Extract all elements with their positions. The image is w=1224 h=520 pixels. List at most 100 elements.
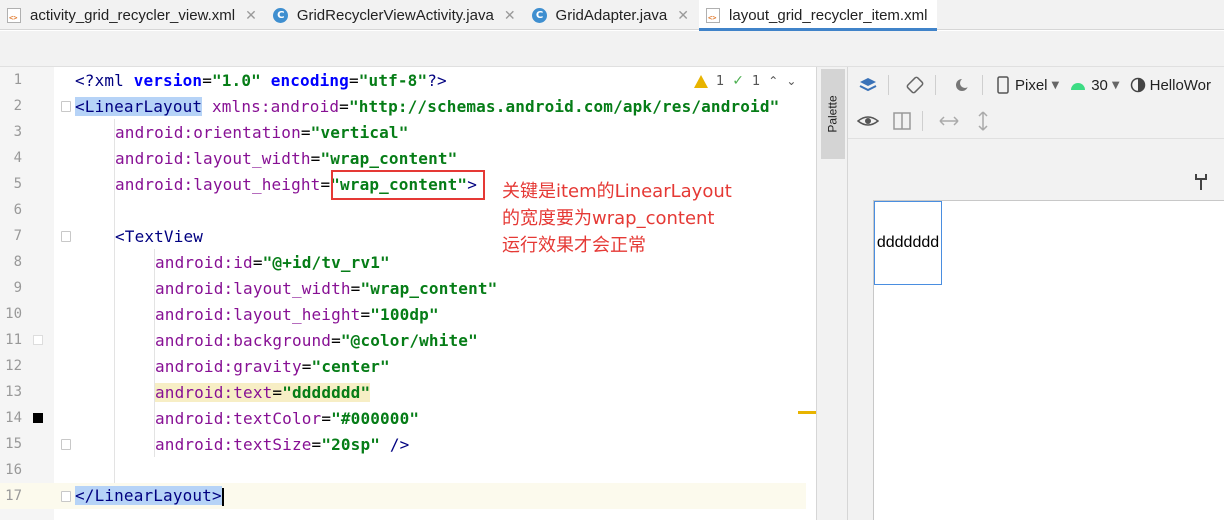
tab-layout-grid-recycler-item[interactable]: layout_grid_recycler_item.xml <box>699 0 938 31</box>
xml-value: "@+id/tv_rv1" <box>262 252 390 272</box>
eq: = <box>320 174 331 194</box>
fold-icon[interactable] <box>61 101 71 112</box>
tab-label: GridAdapter.java <box>555 6 668 24</box>
annotation-line: 关键是item的LinearLayout <box>502 181 732 202</box>
warning-count: 1 <box>716 73 725 89</box>
code-line-10: 10 android:layout_height="100dp" <box>0 301 816 327</box>
eq: = <box>360 304 371 324</box>
orientation-icon[interactable] <box>901 71 929 99</box>
layers-icon[interactable] <box>854 71 882 99</box>
eye-icon[interactable] <box>854 107 882 135</box>
eq: = <box>252 252 263 272</box>
xml-attr: android:textColor <box>155 408 322 428</box>
code-text: android:layout_width="wrap_content" <box>115 149 457 168</box>
phone-icon <box>995 71 1011 99</box>
chevron-up-icon[interactable]: ⌃ <box>768 74 778 88</box>
code-text: </LinearLayout> <box>75 486 224 506</box>
line-number: 14 <box>5 410 22 426</box>
toolbar-separator <box>982 75 983 95</box>
xml-attr: android:id <box>155 252 253 272</box>
eq: = <box>311 434 322 454</box>
palette-tab[interactable]: Palette <box>821 69 845 159</box>
xml-attr: version <box>133 70 203 90</box>
palette-side-strip: Palette <box>816 67 848 520</box>
device-selector[interactable]: Pixel <box>1015 77 1048 94</box>
code-text: android:id="@+id/tv_rv1" <box>155 253 390 272</box>
fold-icon[interactable] <box>61 231 71 242</box>
xml-tag-end: /> <box>380 434 410 454</box>
line-number: 2 <box>13 98 22 114</box>
xml-value: "ddddddd" <box>282 382 371 402</box>
tab-activity-grid-recycler-view[interactable]: activity_grid_recycler_view.xml ✕ <box>0 0 267 30</box>
editor-scrollbar[interactable] <box>806 67 816 520</box>
code-line-14: 14 android:textColor="#000000" <box>0 405 816 431</box>
line-number: 8 <box>13 254 22 270</box>
xml-attr: android:gravity <box>155 356 302 376</box>
code-text: android:layout_height="100dp" <box>155 305 439 324</box>
fold-icon[interactable] <box>61 491 71 502</box>
line-number: 16 <box>5 462 22 478</box>
code-line-17: 17 </LinearLayout> <box>0 483 816 509</box>
close-icon[interactable]: ✕ <box>504 7 516 24</box>
design-panel: Pixel ▼ 30 ▼ HelloWor ddddddd <box>848 67 1224 520</box>
xml-tag: <LinearLayout <box>75 96 203 116</box>
annotation-line: 的宽度要为wrap_content <box>502 208 715 229</box>
inspection-widget[interactable]: 1 ✓ 1 ⌃ ⌄ <box>694 73 796 89</box>
blueprint-icon[interactable] <box>888 107 916 135</box>
xml-attr: xmlns:android <box>202 96 340 116</box>
code-text: android:textColor="#000000" <box>155 409 419 428</box>
preview-textview[interactable]: ddddddd <box>874 201 942 285</box>
wrench-icon[interactable] <box>1194 173 1208 195</box>
horizontal-resize-icon[interactable] <box>935 107 963 135</box>
code-line-13: 13 android:text="ddddddd" <box>0 379 816 405</box>
xml-value: "100dp" <box>370 304 439 324</box>
tab-grid-recycler-view-activity[interactable]: C GridRecyclerViewActivity.java ✕ <box>267 0 526 30</box>
check-icon: ✓ <box>732 73 745 89</box>
color-swatch-icon[interactable] <box>33 413 43 423</box>
close-icon[interactable]: ✕ <box>677 7 689 24</box>
xml-value: "utf-8" <box>358 70 428 90</box>
code-text: android:gravity="center" <box>155 357 390 376</box>
line-number: 3 <box>13 124 22 140</box>
code-line-15: 15 android:textSize="20sp" /> <box>0 431 816 457</box>
code-text: <LinearLayout xmlns:android="http://sche… <box>75 96 780 116</box>
code-line-9: 9 android:layout_width="wrap_content" <box>0 275 816 301</box>
night-mode-icon[interactable] <box>948 71 976 99</box>
preview-canvas[interactable]: ddddddd <box>873 200 1224 520</box>
chevron-down-icon[interactable]: ▼ <box>1112 80 1120 91</box>
chevron-down-icon[interactable]: ⌄ <box>786 74 796 88</box>
code-text: <?xml version="1.0" encoding="utf-8"?> <box>75 71 447 90</box>
vertical-resize-icon[interactable] <box>969 107 997 135</box>
code-editor[interactable]: 1 <?xml version="1.0" encoding="utf-8"?>… <box>0 67 816 520</box>
theme-selector[interactable]: HelloWor <box>1150 77 1211 94</box>
line-number: 9 <box>13 280 22 296</box>
close-icon[interactable]: ✕ <box>245 7 257 24</box>
code-text: android:textSize="20sp" /> <box>155 435 409 454</box>
xml-file-icon <box>6 7 22 23</box>
scroll-marker[interactable] <box>798 411 816 414</box>
eq: = <box>300 122 311 142</box>
xml-decl: <?xml <box>75 70 134 90</box>
highlight-box <box>331 170 485 200</box>
line-number: 12 <box>5 358 22 374</box>
editor-tab-bar: activity_grid_recycler_view.xml ✕ C Grid… <box>0 0 1224 31</box>
line-number: 4 <box>13 150 22 166</box>
xml-value: "20sp" <box>321 434 381 454</box>
line-number: 1 <box>13 72 22 88</box>
fold-icon[interactable] <box>61 439 71 450</box>
xml-attr: android:orientation <box>115 122 301 142</box>
chevron-down-icon[interactable]: ▼ <box>1052 80 1060 91</box>
secondary-toolbar <box>0 31 1224 67</box>
xml-value: "@color/white" <box>340 330 478 350</box>
annotation-note: 关键是item的LinearLayout 的宽度要为wrap_content 运… <box>502 178 732 259</box>
xml-value: "http://schemas.android.com/apk/res/andr… <box>348 96 780 116</box>
xml-tag: </LinearLayout> <box>75 486 222 506</box>
color-swatch-icon[interactable] <box>33 335 43 345</box>
api-level-selector[interactable]: 30 <box>1091 77 1108 94</box>
xml-value: "wrap_content" <box>360 278 498 298</box>
xml-attr: android:text <box>155 382 273 402</box>
text-cursor <box>221 487 224 506</box>
tab-grid-adapter[interactable]: C GridAdapter.java ✕ <box>526 0 699 30</box>
code-text: android:layout_width="wrap_content" <box>155 279 497 298</box>
code-text: android:background="@color/white" <box>155 331 478 350</box>
